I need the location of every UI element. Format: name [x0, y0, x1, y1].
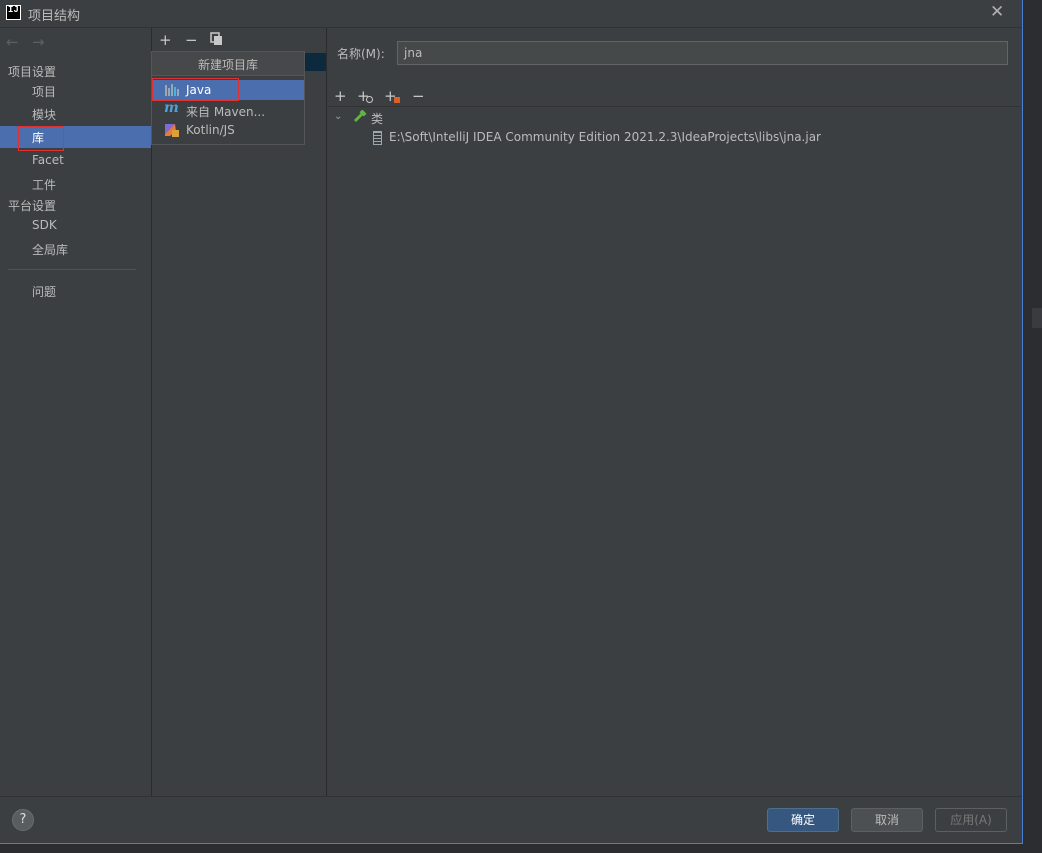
intellij-app-icon: IJ — [6, 5, 21, 20]
cancel-button[interactable]: 取消 — [851, 808, 923, 832]
nav-item-modules[interactable]: 模块 — [0, 103, 151, 125]
add-excluded-button[interactable]: + — [384, 88, 402, 104]
add-library-button[interactable]: + — [159, 32, 172, 48]
project-structure-dialog: IJ 项目结构 ✕ ← → 项目设置 项目 模块 库 Facet 工件 平台设置… — [0, 0, 1023, 844]
new-library-popup: 新建项目库 Java m 来自 Maven... Kotlin/JS — [151, 51, 305, 145]
library-roots-tree — [327, 107, 1021, 793]
nav-item-project[interactable]: 项目 — [0, 80, 151, 102]
kotlin-js-icon — [164, 123, 180, 137]
footer-divider — [0, 796, 1022, 797]
nav-item-global-libraries[interactable]: 全局库 — [0, 238, 151, 260]
section-project-settings: 项目设置 — [8, 65, 57, 79]
popup-header: 新建项目库 — [152, 52, 304, 76]
forward-arrow-icon[interactable]: → — [32, 33, 45, 51]
back-arrow-icon[interactable]: ← — [6, 33, 19, 51]
jar-icon — [373, 131, 382, 145]
nav-item-sdk[interactable]: SDK — [0, 215, 151, 237]
ok-button[interactable]: 确定 — [767, 808, 839, 832]
remove-root-button[interactable]: − — [412, 88, 425, 104]
nav-item-problems[interactable]: 问题 — [0, 280, 151, 302]
nav-item-artifacts[interactable]: 工件 — [0, 173, 151, 195]
add-attachment-button[interactable]: + — [357, 88, 375, 104]
excluded-icon — [394, 97, 400, 103]
popup-item-java[interactable]: Java — [152, 80, 304, 100]
title-bar: IJ 项目结构 ✕ — [0, 0, 1022, 27]
name-label: 名称(M): — [337, 47, 385, 61]
chevron-down-icon[interactable]: ⌄ — [334, 111, 342, 122]
nav-item-facet[interactable]: Facet — [0, 150, 151, 172]
nav-item-libraries[interactable]: 库 — [0, 126, 151, 148]
background-window-edge — [1023, 0, 1042, 853]
tree-node-jar-path[interactable]: E:\Soft\IntelliJ IDEA Community Edition … — [389, 130, 821, 144]
background-window-mark — [1032, 308, 1042, 328]
apply-button[interactable]: 应用(A) — [935, 808, 1007, 832]
copy-icon[interactable] — [210, 32, 224, 46]
section-platform-settings: 平台设置 — [8, 199, 57, 213]
maven-icon: m — [164, 100, 179, 116]
help-button[interactable]: ? — [12, 809, 34, 831]
popup-item-kotlin-js[interactable]: Kotlin/JS — [152, 120, 304, 140]
attachment-icon — [366, 96, 373, 103]
window-title: 项目结构 — [28, 9, 81, 24]
popup-item-maven[interactable]: m 来自 Maven... — [152, 100, 304, 120]
nav-divider — [8, 269, 136, 270]
library-list-item-selected[interactable] — [305, 53, 326, 71]
add-root-button[interactable]: + — [334, 88, 347, 104]
close-icon[interactable]: ✕ — [990, 3, 1004, 21]
remove-library-button[interactable]: − — [185, 32, 198, 48]
tree-node-classes[interactable]: 类 — [371, 110, 383, 127]
library-name-input[interactable]: jna — [397, 41, 1008, 65]
classes-icon — [352, 109, 367, 124]
java-library-icon — [164, 83, 180, 97]
